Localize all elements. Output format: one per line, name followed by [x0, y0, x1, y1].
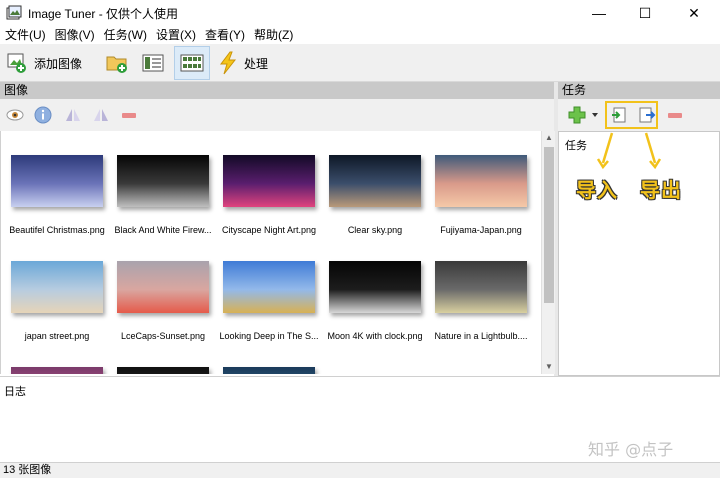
add-folder-icon: [106, 56, 127, 73]
dropdown-arrow-icon[interactable]: [592, 112, 598, 118]
thumbnail-view-button[interactable]: [174, 46, 210, 80]
scroll-thumb[interactable]: [544, 147, 554, 303]
thumbnail-image: [11, 261, 103, 313]
image-thumbnail-grid[interactable]: Beautifel Christmas.png Black And White F…: [0, 131, 541, 374]
image-thumbnail[interactable]: japan street.png: [7, 261, 107, 341]
image-thumbnail[interactable]: Black And White Firew...: [113, 155, 213, 235]
image-thumbnail[interactable]: [219, 367, 319, 374]
images-panel-header: 图像: [0, 82, 554, 99]
images-toolbar: [0, 99, 554, 131]
eye-icon[interactable]: [6, 106, 24, 124]
thumbnail-filename: Clear sky.png: [347, 225, 403, 235]
thumbnail-image: [435, 261, 527, 313]
add-images-label: 添加图像: [34, 56, 83, 71]
add-folder-button[interactable]: [104, 46, 130, 80]
thumbnail-image: [435, 155, 527, 207]
add-task-icon[interactable]: [568, 106, 586, 124]
image-thumbnail[interactable]: LceCaps-Sunset.png: [113, 261, 213, 341]
menu-tasks[interactable]: 任务(W): [99, 26, 151, 44]
app-icon: [6, 5, 22, 20]
main-toolbar: 添加图像 处理: [0, 44, 720, 82]
add-images-button[interactable]: 添加图像: [6, 46, 82, 80]
thumbnail-image: [117, 367, 209, 374]
log-label: 日志: [4, 386, 26, 398]
scroll-up-arrow-icon[interactable]: ▲: [542, 131, 556, 145]
thumbnail-filename: Looking Deep in The S...: [219, 331, 319, 341]
export-arrow-icon: [644, 132, 662, 170]
image-thumbnail[interactable]: Beautifel Christmas.png: [7, 155, 107, 235]
menu-help[interactable]: 帮助(Z): [249, 26, 297, 44]
minimize-button[interactable]: —: [576, 0, 622, 26]
add-images-icon: [7, 53, 26, 73]
image-thumbnail[interactable]: Fujiyama-Japan.png: [431, 155, 531, 235]
tasks-list-label: 任务: [565, 140, 587, 152]
thumbnail-image: [117, 155, 209, 207]
thumbnail-view-icon: [180, 54, 204, 72]
menu-view[interactable]: 查看(Y): [200, 26, 249, 44]
import-export-highlight-box: [605, 101, 658, 129]
import-annotation: 导入: [576, 178, 618, 202]
remove-task-icon[interactable]: [666, 106, 684, 124]
info-icon[interactable]: [34, 106, 52, 124]
thumbnail-filename: Beautifel Christmas.png: [9, 225, 105, 235]
thumbnail-filename: japan street.png: [24, 331, 90, 341]
thumbnail-image: [223, 261, 315, 313]
thumbnail-filename: LceCaps-Sunset.png: [120, 331, 206, 341]
thumbnail-image: [329, 261, 421, 313]
image-thumbnail[interactable]: Looking Deep in The S...: [219, 261, 319, 341]
process-button[interactable]: 处理: [218, 46, 268, 80]
list-view-button[interactable]: [140, 46, 166, 80]
menu-file[interactable]: 文件(U): [0, 26, 50, 44]
process-lightning-icon: [220, 51, 237, 75]
window-title: Image Tuner - 仅供个人使用: [28, 6, 179, 21]
maximize-button[interactable]: ☐: [622, 0, 668, 26]
tasks-panel-header: 任务: [558, 82, 720, 99]
thumbnail-filename: Cityscape Night Art.png: [221, 225, 317, 235]
close-button[interactable]: ✕: [668, 0, 720, 26]
scroll-down-arrow-icon[interactable]: ▼: [542, 360, 556, 374]
thumbnail-filename: Nature in a Lightbulb....: [434, 331, 528, 341]
menu-image[interactable]: 图像(V): [50, 26, 99, 44]
tasks-list[interactable]: 任务: [558, 131, 720, 376]
thumbnail-image: [11, 367, 103, 374]
menu-settings[interactable]: 设置(X): [151, 26, 200, 44]
thumbnail-image: [223, 367, 315, 374]
thumbnail-image: [223, 155, 315, 207]
images-scrollbar[interactable]: ▲ ▼: [541, 131, 555, 374]
image-thumbnail[interactable]: [113, 367, 213, 374]
thumbnail-image: [11, 155, 103, 207]
watermark-text: 知乎 @点子: [588, 440, 674, 459]
thumbnail-image: [329, 155, 421, 207]
thumbnail-filename: Fujiyama-Japan.png: [440, 225, 522, 235]
export-annotation: 导出: [640, 178, 682, 202]
image-thumbnail[interactable]: [7, 367, 107, 374]
image-thumbnail[interactable]: Cityscape Night Art.png: [219, 155, 319, 235]
flip-icon[interactable]: [64, 106, 82, 124]
thumbnail-image: [117, 261, 209, 313]
list-view-icon: [142, 54, 164, 72]
process-label: 处理: [244, 56, 269, 71]
mirror-icon[interactable]: [92, 106, 110, 124]
thumbnail-filename: Black And White Firew...: [114, 225, 212, 235]
image-thumbnail[interactable]: Clear sky.png: [325, 155, 425, 235]
menu-bar: 文件(U) 图像(V) 任务(W) 设置(X) 查看(Y) 帮助(Z): [0, 26, 720, 44]
image-thumbnail[interactable]: Moon 4K with clock.png: [325, 261, 425, 341]
remove-icon[interactable]: [120, 106, 138, 124]
image-thumbnail[interactable]: Nature in a Lightbulb....: [431, 261, 531, 341]
status-bar: 13 张图像: [0, 462, 720, 478]
thumbnail-filename: Moon 4K with clock.png: [327, 331, 423, 341]
import-arrow-icon: [596, 132, 614, 170]
